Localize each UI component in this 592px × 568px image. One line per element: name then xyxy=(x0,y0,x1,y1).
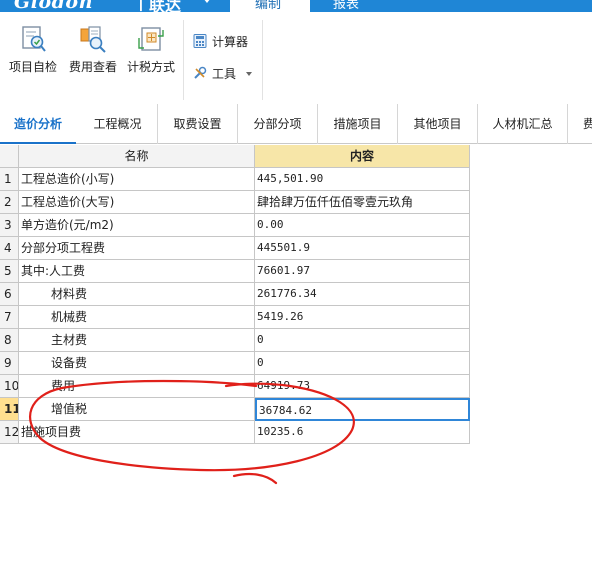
row-number: 2 xyxy=(0,191,19,214)
ribbon-divider xyxy=(183,20,184,100)
tab-other-items[interactable]: 其他项目 xyxy=(398,104,478,144)
ribbon-divider xyxy=(262,20,263,100)
row-number-header xyxy=(0,145,19,168)
product-menu-caret-icon[interactable] xyxy=(203,0,211,3)
calculator-label: 计算器 xyxy=(212,35,249,49)
tab-project-overview[interactable]: 工程概况 xyxy=(78,104,158,144)
item-value[interactable]: 445501.9 xyxy=(255,237,470,260)
fee-view-button[interactable]: 费用查看 xyxy=(66,24,120,96)
item-name: 增值税 xyxy=(19,398,255,421)
tax-method-icon xyxy=(138,27,164,51)
item-value[interactable]: 76601.97 xyxy=(255,260,470,283)
item-name: 工程总造价(大写) xyxy=(19,191,255,214)
fee-view-label: 费用查看 xyxy=(68,60,117,74)
table-row[interactable]: 7 机械费 5419.26 xyxy=(0,306,470,329)
title-bar: Glodon | 联达 编制 报表 xyxy=(0,0,592,12)
table-row[interactable]: 2 工程总造价(大写) 肆拾肆万伍仟伍佰零壹元玖角 xyxy=(0,191,470,214)
item-name: 材料费 xyxy=(19,283,255,306)
item-name: 其中:人工费 xyxy=(19,260,255,283)
table-row[interactable]: 8 主材费 0 xyxy=(0,329,470,352)
calculator-icon xyxy=(193,34,207,48)
column-header-name[interactable]: 名称 xyxy=(19,145,255,168)
tab-fee-summary[interactable]: 费 xyxy=(568,104,592,144)
item-name: 设备费 xyxy=(19,352,255,375)
brand-separator: | xyxy=(138,0,144,11)
tax-method-label: 计税方式 xyxy=(126,60,175,74)
item-value[interactable]: 64919.73 xyxy=(255,375,470,398)
row-number: 4 xyxy=(0,237,19,260)
project-self-check-button[interactable]: 项目自检 xyxy=(6,24,60,96)
row-number: 6 xyxy=(0,283,19,306)
tools-dropdown[interactable]: 工具 xyxy=(193,64,255,84)
row-number: 12 xyxy=(0,421,19,444)
item-value[interactable]: 0 xyxy=(255,352,470,375)
menu-tab-report-label: 报表 xyxy=(333,0,360,12)
tools-icon xyxy=(194,66,207,79)
row-number: 1 xyxy=(0,168,19,191)
row-number: 7 xyxy=(0,306,19,329)
row-number: 11 xyxy=(0,398,19,421)
tax-method-button[interactable]: 计税方式 xyxy=(124,24,178,96)
item-name: 工程总造价(小写) xyxy=(19,168,255,191)
item-value[interactable]: 261776.34 xyxy=(255,283,470,306)
item-value[interactable]: 0 xyxy=(255,329,470,352)
table-row[interactable]: 9 设备费 0 xyxy=(0,352,470,375)
table-row[interactable]: 5 其中:人工费 76601.97 xyxy=(0,260,470,283)
item-value[interactable]: 肆拾肆万伍仟伍佰零壹元玖角 xyxy=(255,191,470,214)
table-row[interactable]: 1 工程总造价(小写) 445,501.90 xyxy=(0,168,470,191)
table-row[interactable]: 10 费用 64919.73 xyxy=(0,375,470,398)
tools-label: 工具 xyxy=(212,67,237,81)
table-row[interactable]: 6 材料费 261776.34 xyxy=(0,283,470,306)
table-row-selected[interactable]: 11 增值税 36784.62 xyxy=(0,398,470,421)
tab-measure-items[interactable]: 措施项目 xyxy=(318,104,398,144)
table-row[interactable]: 3 单方造价(元/m2) 0.00 xyxy=(0,214,470,237)
project-self-check-label: 项目自检 xyxy=(8,60,57,74)
item-name: 机械费 xyxy=(19,306,255,329)
tab-fee-settings[interactable]: 取费设置 xyxy=(158,104,238,144)
item-value[interactable]: 5419.26 xyxy=(255,306,470,329)
item-value[interactable]: 0.00 xyxy=(255,214,470,237)
tab-labor-material-summary[interactable]: 人材机汇总 xyxy=(478,104,568,144)
item-name: 费用 xyxy=(19,375,255,398)
row-number: 8 xyxy=(0,329,19,352)
tools-caret-icon xyxy=(246,72,252,76)
item-value[interactable]: 445,501.90 xyxy=(255,168,470,191)
item-value-selected[interactable]: 36784.62 xyxy=(255,398,470,421)
self-check-icon xyxy=(22,26,46,52)
row-number: 9 xyxy=(0,352,19,375)
item-name: 措施项目费 xyxy=(19,421,255,444)
ribbon-toolbar: 项目自检 费用查看 计税方式 计算器 工具 xyxy=(0,12,592,104)
item-value[interactable]: 10235.6 xyxy=(255,421,470,444)
menu-tab-edit-label: 编制 xyxy=(255,0,282,12)
column-header-content[interactable]: 内容 xyxy=(255,145,470,168)
row-number: 10 xyxy=(0,375,19,398)
tab-sub-items[interactable]: 分部分项 xyxy=(238,104,318,144)
menu-tab-report[interactable]: 报表 xyxy=(312,0,392,12)
row-number: 3 xyxy=(0,214,19,237)
item-name: 主材费 xyxy=(19,329,255,352)
table-row[interactable]: 12 措施项目费 10235.6 xyxy=(0,421,470,444)
row-number: 5 xyxy=(0,260,19,283)
tab-cost-analysis[interactable]: 造价分析 xyxy=(0,104,76,144)
item-name: 单方造价(元/m2) xyxy=(19,214,255,237)
table-row[interactable]: 4 分部分项工程费 445501.9 xyxy=(0,237,470,260)
item-name: 分部分项工程费 xyxy=(19,237,255,260)
glodon-logo: Glodon xyxy=(14,0,93,12)
menu-tab-edit[interactable]: 编制 xyxy=(230,0,310,12)
fee-view-icon xyxy=(80,26,106,53)
product-name: 联达 xyxy=(149,0,182,12)
module-tab-strip: 造价分析 工程概况 取费设置 分部分项 措施项目 其他项目 人材机汇总 费 xyxy=(0,104,592,144)
